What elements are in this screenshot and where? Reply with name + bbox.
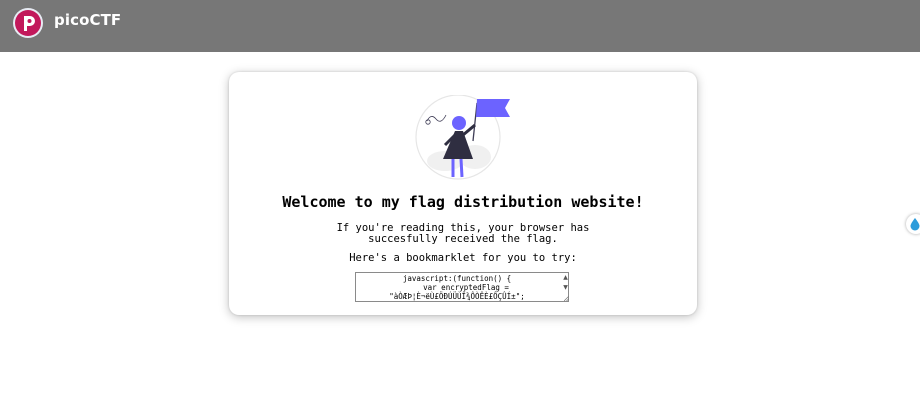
scroll-up-arrow-icon[interactable]: ▲ — [562, 274, 569, 281]
brand-name[interactable]: picoCTF — [54, 11, 121, 29]
resize-grip-icon[interactable] — [564, 296, 569, 301]
flag-received-message: If you're reading this, your browser has… — [229, 223, 697, 245]
person-with-flag-illustration — [415, 95, 510, 180]
message-line-2: succesfully received the flag. — [368, 233, 558, 245]
bookmarklet-code-textarea[interactable]: javascript:(function() { var encryptedFl… — [355, 272, 569, 302]
scroll-down-arrow-icon[interactable]: ▼ — [562, 284, 569, 291]
top-navbar: picoCTF — [0, 0, 920, 52]
page-title: Welcome to my flag distribution website! — [282, 193, 644, 211]
picoctf-logo-icon[interactable] — [13, 8, 43, 38]
bookmarklet-intro: Here's a bookmarklet for you to try: — [349, 252, 577, 264]
side-extension-button[interactable] — [906, 214, 920, 234]
droplet-icon — [910, 218, 920, 231]
